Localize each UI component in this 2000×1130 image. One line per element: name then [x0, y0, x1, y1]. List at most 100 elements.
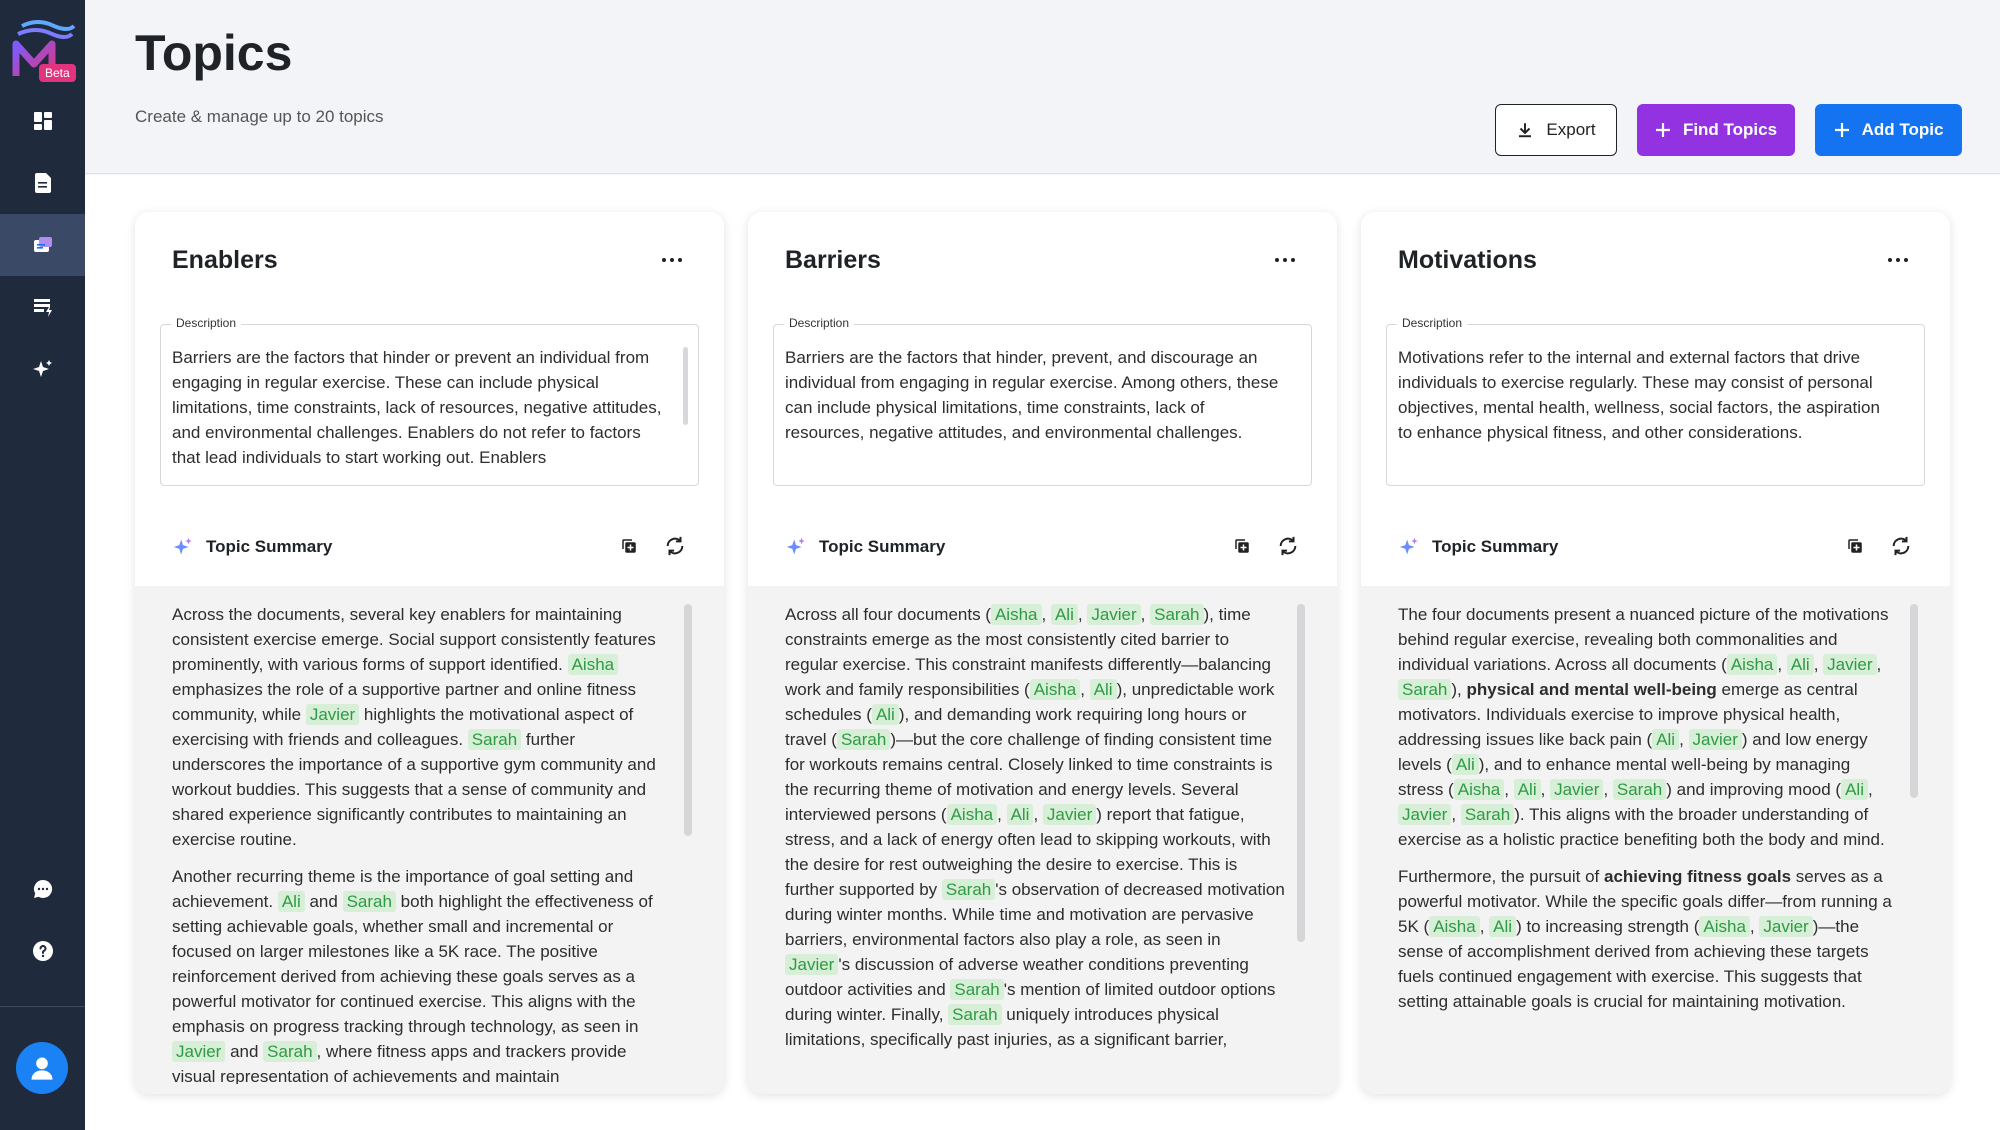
user-avatar-icon	[31, 1057, 53, 1080]
sparkle-icon	[32, 360, 52, 377]
more-options-button[interactable]	[1270, 248, 1300, 272]
person-tag[interactable]: Aisha	[1029, 679, 1081, 700]
sidebar-item-documents[interactable]	[0, 152, 85, 214]
user-avatar[interactable]	[16, 1042, 68, 1094]
find-topics-button[interactable]: Find Topics	[1637, 104, 1795, 156]
more-options-button[interactable]	[657, 248, 687, 272]
description-scrollbar[interactable]	[683, 347, 688, 425]
description-label: Description	[784, 316, 855, 330]
export-button-label: Export	[1546, 120, 1596, 139]
person-tag[interactable]: Ali	[1841, 779, 1868, 800]
download-icon	[1519, 123, 1532, 138]
export-button[interactable]: Export	[1495, 104, 1617, 156]
person-tag[interactable]: Sarah	[1150, 604, 1204, 625]
page-header: Topics Create & manage up to 20 topics E…	[85, 0, 2000, 174]
topic-summary-header: Topic Summary	[172, 536, 332, 558]
person-tag[interactable]: Sarah	[948, 1004, 1002, 1025]
sidebar-item-chat[interactable]	[0, 858, 85, 920]
person-tag[interactable]: Aisha	[1699, 916, 1750, 937]
person-tag[interactable]: Javier	[305, 704, 360, 725]
person-tag[interactable]: Sarah	[1398, 679, 1452, 700]
description-text[interactable]: Barriers are the factors that hinder or …	[172, 345, 672, 471]
sidebar-item-help[interactable]	[0, 920, 85, 982]
topics-icon	[33, 237, 52, 252]
person-tag[interactable]: Ali	[1451, 754, 1479, 775]
sidebar: Beta	[0, 0, 85, 1130]
sidebar-item-ai[interactable]	[0, 338, 85, 400]
summary-paragraph: Across all four documents (Aisha, Ali, J…	[785, 604, 1285, 1049]
topic-title: Enablers	[172, 246, 278, 274]
person-tag[interactable]: Javier	[1398, 804, 1452, 825]
copy-summary-button[interactable]	[1230, 534, 1254, 558]
person-tag[interactable]: Aisha	[1453, 779, 1505, 800]
summary-scrollbar[interactable]	[684, 604, 692, 836]
copy-icon	[1235, 539, 1249, 553]
plus-icon	[1834, 123, 1849, 137]
person-tag[interactable]: Sarah	[467, 729, 522, 750]
summary-actions	[1230, 534, 1300, 558]
refresh-summary-button[interactable]	[1276, 534, 1300, 558]
sidebar-item-dashboard[interactable]	[0, 90, 85, 152]
person-tag[interactable]: Ali	[1006, 804, 1034, 825]
person-tag[interactable]: Sarah	[342, 891, 396, 912]
person-tag[interactable]: Ali	[1652, 729, 1680, 750]
person-tag[interactable]: Ali	[1050, 604, 1078, 625]
person-tag[interactable]: Aisha	[1429, 916, 1480, 937]
person-tag[interactable]: Ali	[1489, 916, 1517, 937]
description-text[interactable]: Barriers are the factors that hinder, pr…	[785, 345, 1285, 471]
refresh-summary-button[interactable]	[1889, 534, 1913, 558]
person-tag[interactable]: Sarah	[1460, 804, 1515, 825]
dashboard-icon	[33, 112, 52, 130]
topic-summary-panel: The four documents present a nuanced pic…	[1361, 586, 1950, 1094]
copy-summary-button[interactable]	[1843, 534, 1867, 558]
page-title: Topics	[135, 25, 293, 81]
find-topics-label: Find Topics	[1682, 120, 1778, 139]
person-tag[interactable]: Javier	[1823, 654, 1877, 675]
topic-card-barriers: Barriers Description Barriers are the fa…	[748, 212, 1337, 1094]
person-tag[interactable]: Javier	[1042, 804, 1097, 825]
topic-title: Barriers	[785, 246, 881, 274]
person-tag[interactable]: Javier	[172, 1041, 226, 1062]
topic-summary-label: Topic Summary	[1432, 537, 1559, 556]
person-tag[interactable]: Sarah	[950, 979, 1004, 1000]
topic-summary-header: Topic Summary	[785, 536, 945, 558]
sidebar-divider	[0, 1006, 85, 1007]
sidebar-item-tables[interactable]	[0, 276, 85, 338]
description-field[interactable]: Description Barriers are the factors tha…	[773, 316, 1312, 486]
person-tag[interactable]: Javier	[1688, 729, 1742, 750]
person-tag[interactable]: Javier	[1759, 916, 1813, 937]
sidebar-item-topics[interactable]	[0, 214, 85, 276]
description-text[interactable]: Motivations refer to the internal and ex…	[1398, 345, 1898, 471]
person-tag[interactable]: Ali	[1513, 779, 1541, 800]
person-tag[interactable]: Aisha	[1726, 654, 1778, 675]
refresh-summary-button[interactable]	[663, 534, 687, 558]
copy-summary-button[interactable]	[617, 534, 641, 558]
person-tag[interactable]: Sarah	[941, 879, 996, 900]
person-tag[interactable]: Sarah	[263, 1041, 317, 1062]
description-field[interactable]: Description Barriers are the factors tha…	[160, 316, 699, 486]
documents-icon	[34, 173, 51, 193]
beta-badge: Beta	[39, 64, 76, 82]
person-tag[interactable]: Javier	[785, 954, 839, 975]
summary-scrollbar[interactable]	[1297, 604, 1305, 942]
person-tag[interactable]: Aisha	[567, 654, 619, 675]
ai-sparkle-icon	[786, 537, 805, 555]
person-tag[interactable]: Javier	[1087, 604, 1141, 625]
summary-paragraph: Across the documents, several key enable…	[172, 605, 656, 849]
page-subtitle: Create & manage up to 20 topics	[135, 107, 384, 126]
person-tag[interactable]: Aisha	[946, 804, 998, 825]
person-tag[interactable]: Ali	[1786, 654, 1814, 675]
description-field[interactable]: Description Motivations refer to the int…	[1386, 316, 1925, 486]
person-tag[interactable]: Javier	[1550, 779, 1604, 800]
person-tag[interactable]: Ali	[277, 891, 305, 912]
refresh-icon	[666, 536, 684, 556]
person-tag[interactable]: Ali	[871, 704, 899, 725]
summary-scrollbar[interactable]	[1910, 604, 1918, 798]
person-tag[interactable]: Sarah	[836, 729, 891, 750]
ai-sparkle-icon	[173, 537, 192, 555]
person-tag[interactable]: Sarah	[1612, 779, 1667, 800]
person-tag[interactable]: Aisha	[990, 604, 1042, 625]
person-tag[interactable]: Ali	[1089, 679, 1117, 700]
add-topic-button[interactable]: Add Topic	[1815, 104, 1962, 156]
more-options-button[interactable]	[1883, 248, 1913, 272]
